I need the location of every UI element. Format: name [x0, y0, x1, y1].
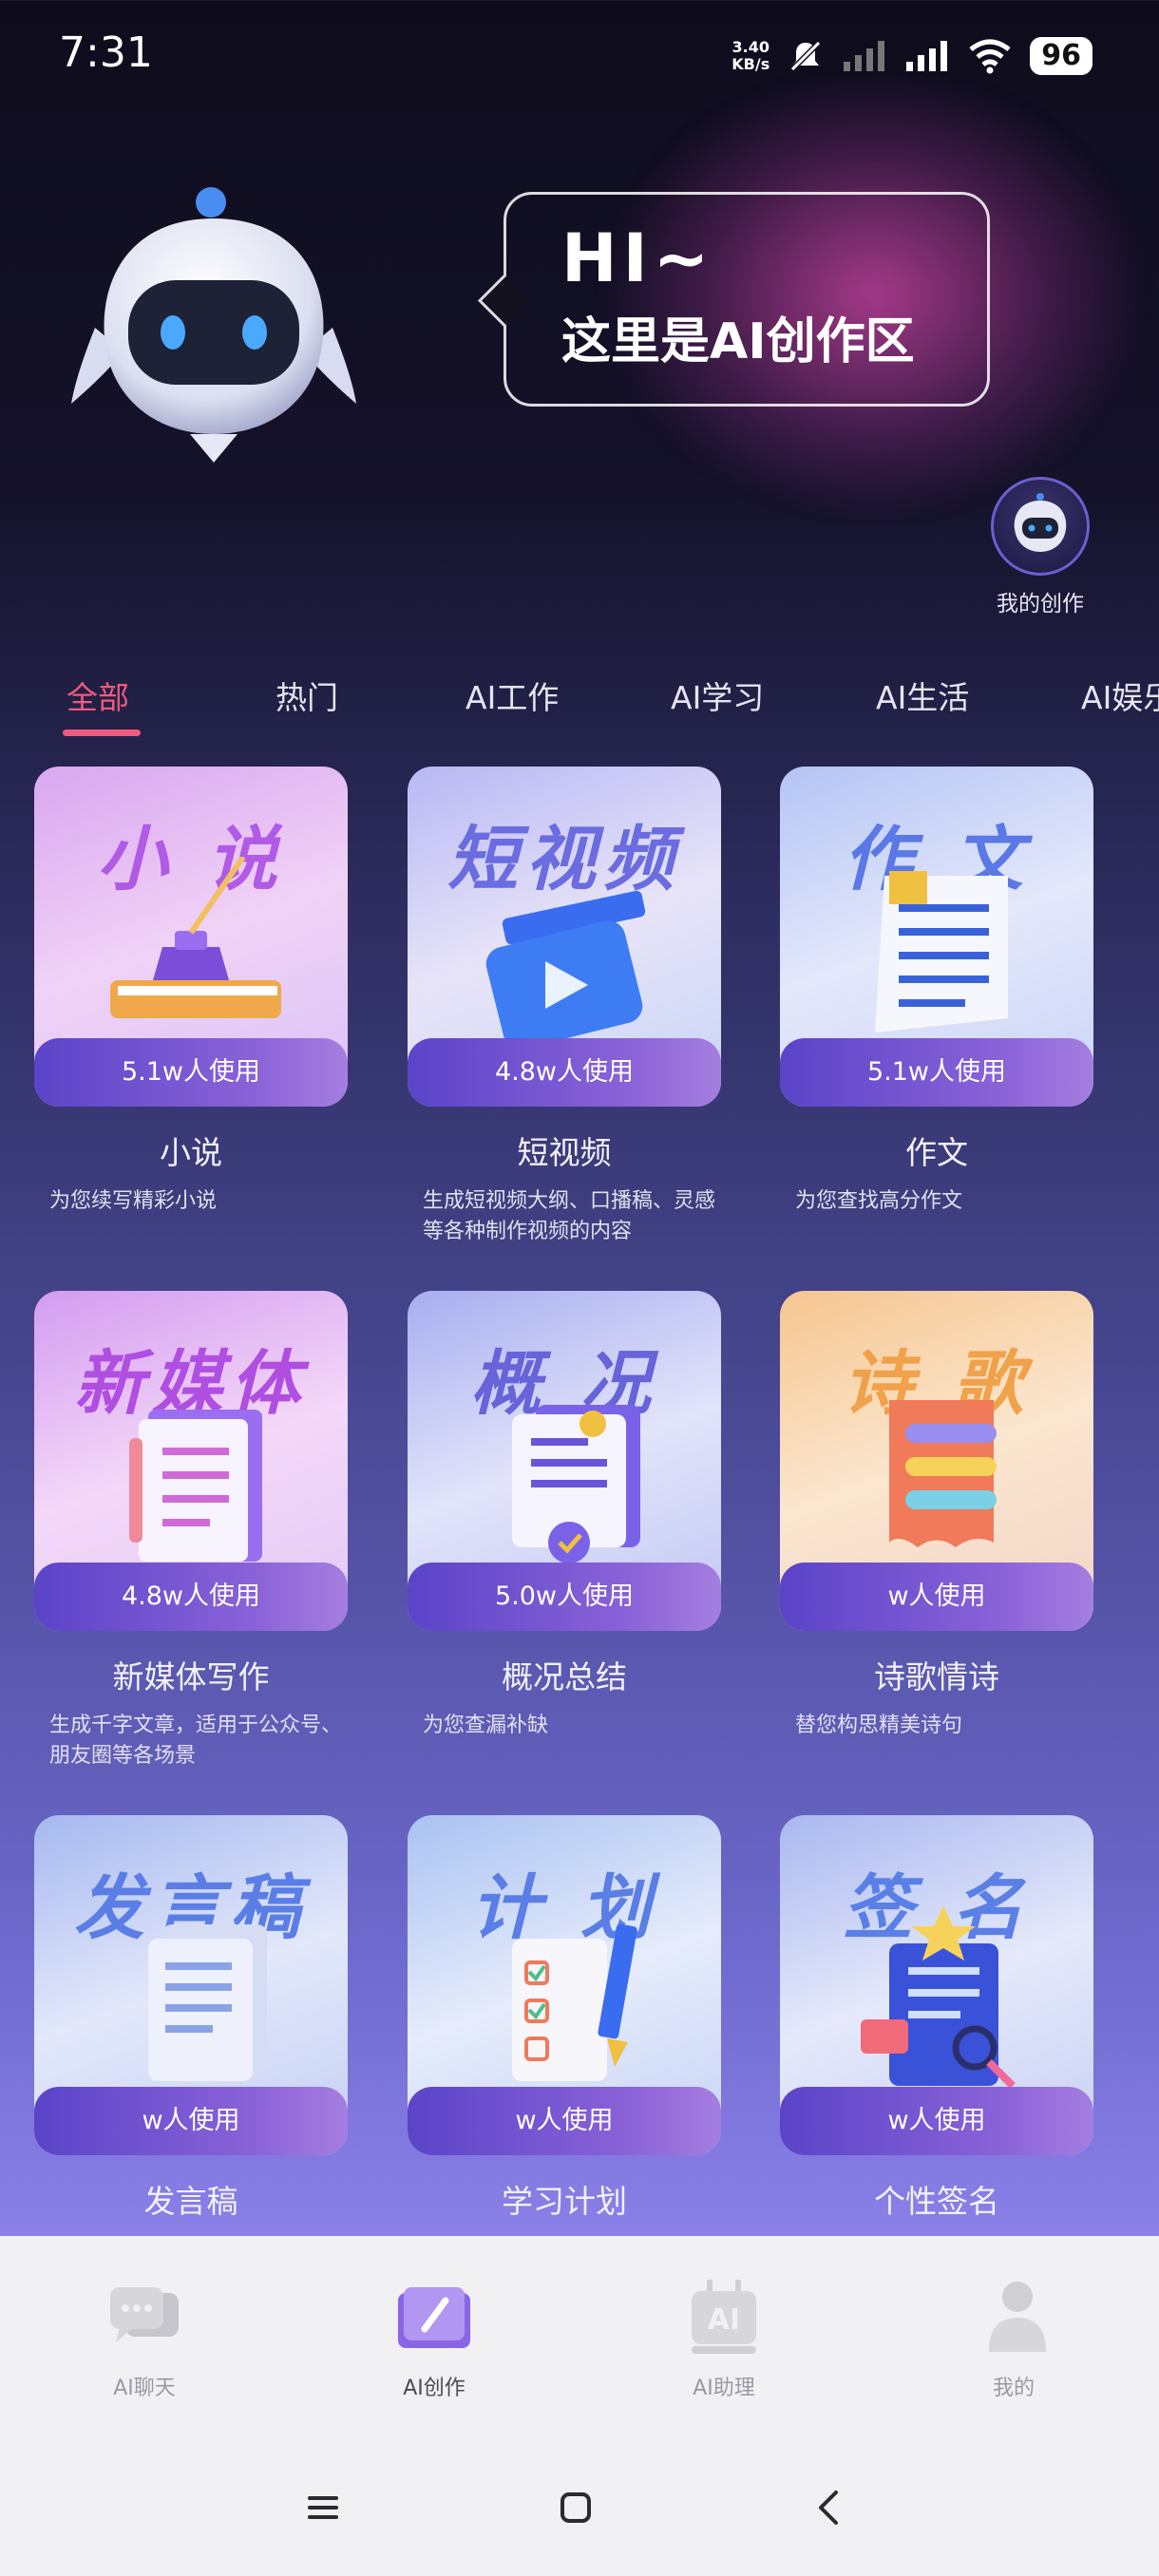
menu-icon[interactable]: [306, 2491, 340, 2525]
tab-hot[interactable]: 热门: [276, 672, 338, 718]
card-title: 学习计划: [502, 2183, 627, 2220]
card-description: 生成短视频大纲、口播稿、灵感等各种制作视频的内容: [423, 1189, 716, 1243]
status-bar: 7:31 3.40 KB/s 96: [0, 0, 1159, 104]
tab-ai-study[interactable]: AI学习: [671, 672, 764, 718]
home-icon[interactable]: [559, 2491, 593, 2525]
hero-subtitle: 这里是AI创作区: [561, 313, 915, 370]
document-pen-icon: [129, 1410, 262, 1562]
card-description: 生成千字文章，适用于公众号、朋友圈等各场景: [49, 1714, 343, 1768]
battery-indicator: 96: [1030, 37, 1092, 75]
usage-count: w人使用: [408, 2087, 721, 2155]
report-check-icon: [512, 1405, 640, 1563]
usage-count: 4.8w人使用: [34, 1563, 348, 1631]
checklist-pencil-icon: [512, 1923, 637, 2081]
signal-1-icon: [844, 41, 885, 71]
card-description: 为您续写精彩小说: [49, 1189, 218, 1213]
speech-document-icon: [148, 1924, 267, 2081]
usage-count: w人使用: [780, 2087, 1093, 2155]
card-cover: 短视频 4.8w人使用: [408, 767, 721, 1107]
usage-count: 5.1w人使用: [780, 1038, 1093, 1107]
status-time: 7:31: [59, 28, 153, 77]
card-study-plan[interactable]: 计 划 w人使用 学习计划: [408, 1815, 721, 2222]
card-cover: 作 文 5.1w人使用: [780, 767, 1093, 1107]
nav-label: 我的: [992, 2377, 1035, 2400]
book-pen-icon: [398, 2287, 470, 2348]
nav-ai-create[interactable]: AI创作: [339, 2272, 529, 2401]
nav-label: AI助理: [693, 2377, 755, 2400]
card-new-media[interactable]: 新媒体 4.8w人使用 新媒体写作 生成千字文章，适用于公众号、朋友圈等各场景: [34, 1291, 348, 1771]
tab-ai-life[interactable]: AI生活: [876, 672, 969, 718]
essay-paper-icon: [875, 871, 1008, 1032]
nav-mine[interactable]: 我的: [919, 2272, 1109, 2401]
usage-count: w人使用: [34, 2087, 348, 2155]
tab-ai-entertainment[interactable]: AI娱乐: [1081, 672, 1159, 718]
card-essay[interactable]: 作 文 5.1w人使用 作文 为您查找高分作文: [780, 767, 1093, 1217]
my-creation-label: 我的创作: [997, 592, 1084, 616]
greeting-text: HI~: [561, 219, 715, 297]
nav-label: AI聊天: [113, 2377, 176, 2400]
person-icon: [989, 2282, 1046, 2352]
status-icons: 3.40 KB/s 96: [732, 32, 1092, 80]
tab-all[interactable]: 全部: [66, 672, 129, 718]
active-tab-indicator: [63, 729, 141, 736]
card-signature[interactable]: 签 名 w人使用 个性签名: [780, 1815, 1093, 2222]
card-novel[interactable]: 小 说 5.1w人使用 小说 为您续写精彩小说: [34, 767, 348, 1217]
poetry-scroll-icon: [889, 1400, 997, 1547]
wifi-icon: [969, 39, 1011, 74]
nav-ai-chat[interactable]: AI聊天: [49, 2272, 239, 2401]
card-cover: 概 况 5.0w人使用: [408, 1291, 721, 1631]
chat-icon: [110, 2287, 179, 2342]
ai-assistant-icon: AI: [692, 2280, 756, 2354]
card-title: 作文: [905, 1134, 968, 1171]
card-description: 为您查漏补缺: [423, 1714, 549, 1737]
card-cover: 签 名 w人使用: [780, 1815, 1093, 2155]
network-speed: 3.40 KB/s: [732, 38, 770, 73]
mute-icon: [790, 40, 822, 72]
card-cover: 诗 歌 w人使用: [780, 1291, 1093, 1631]
nav-label: AI创作: [403, 2377, 466, 2400]
card-title: 个性签名: [874, 2183, 999, 2220]
card-description: 为您查找高分作文: [795, 1189, 963, 1213]
card-cover: 计 划 w人使用: [408, 1815, 721, 2155]
category-tabs: 全部 热门 AI工作 AI学习 AI生活 AI娱乐: [0, 665, 1159, 741]
card-cover: 发言稿 w人使用: [34, 1815, 348, 2155]
card-title: 新媒体写作: [112, 1658, 270, 1695]
signature-clipboard-icon: [861, 1905, 1016, 2089]
video-play-icon: [485, 890, 646, 1047]
back-icon[interactable]: [811, 2489, 846, 2527]
card-cover: 小 说 5.1w人使用: [34, 767, 348, 1107]
card-title: 短视频: [517, 1134, 612, 1171]
my-creation-button[interactable]: 我的创作: [978, 477, 1102, 617]
card-title: 发言稿: [143, 2183, 238, 2220]
tab-ai-work[interactable]: AI工作: [466, 672, 559, 718]
card-description: 替您构思精美诗句: [795, 1714, 963, 1737]
robot-mascot-icon: [71, 187, 356, 463]
usage-count: 5.0w人使用: [408, 1563, 721, 1631]
usage-count: 4.8w人使用: [408, 1038, 721, 1107]
speech-bubble: HI~ 这里是AI创作区: [504, 192, 990, 407]
robot-avatar-icon: [991, 477, 1090, 576]
usage-count: w人使用: [780, 1563, 1093, 1631]
svg-text:AI: AI: [708, 2303, 740, 2337]
signal-2-icon: [906, 41, 948, 71]
ink-book-icon: [110, 857, 281, 1018]
card-title: 概况总结: [502, 1658, 627, 1695]
card-poetry[interactable]: 诗 歌 w人使用 诗歌情诗 替您构思精美诗句: [780, 1291, 1093, 1741]
card-cover: 新媒体 4.8w人使用: [34, 1291, 348, 1631]
nav-ai-assistant[interactable]: AI AI助理: [629, 2272, 819, 2401]
usage-count: 5.1w人使用: [34, 1038, 348, 1107]
card-short-video[interactable]: 短视频 4.8w人使用 短视频 生成短视频大纲、口播稿、灵感等各种制作视频的内容: [408, 767, 721, 1247]
card-speech[interactable]: 发言稿 w人使用 发言稿: [34, 1815, 348, 2222]
card-title: 诗歌情诗: [874, 1658, 999, 1695]
card-summary[interactable]: 概 况 5.0w人使用 概况总结 为您查漏补缺: [408, 1291, 721, 1741]
system-navigation-bar: [0, 2470, 1159, 2546]
card-title: 小说: [160, 1134, 222, 1171]
